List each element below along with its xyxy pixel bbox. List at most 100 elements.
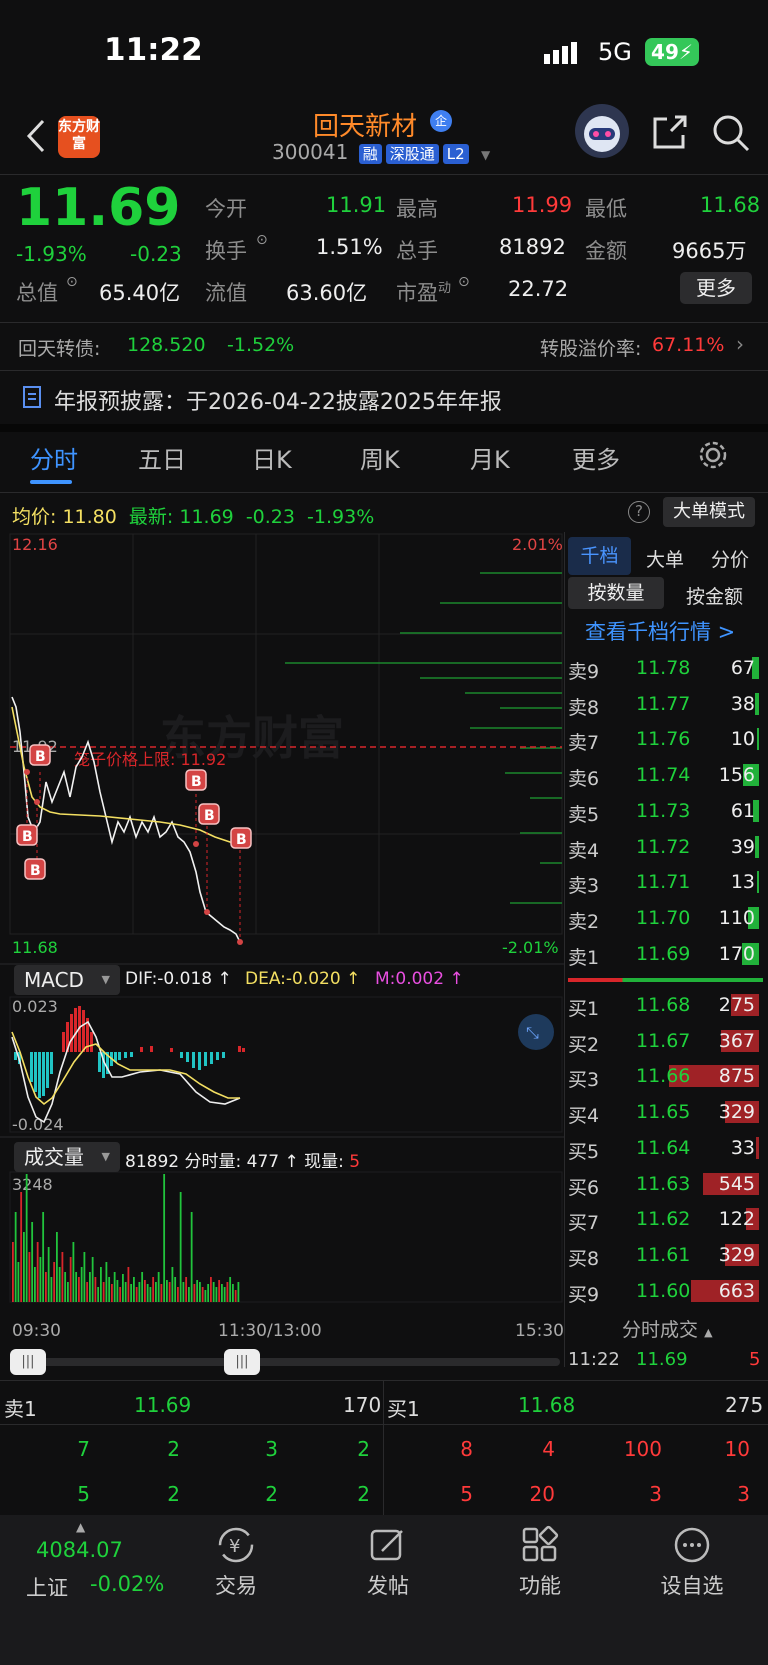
more-button[interactable]: 更多 — [680, 272, 752, 304]
ask-level-row[interactable]: 卖5 11.73 61 — [568, 794, 763, 829]
svg-text:B: B — [204, 808, 215, 824]
time-end: 15:30 — [515, 1321, 564, 1341]
info-dots-icon[interactable]: ⊙ — [458, 274, 470, 290]
search-icon — [713, 115, 750, 152]
enterprise-badge: 企 — [430, 110, 452, 132]
volume-selector[interactable]: 成交量 ▼ — [14, 1142, 120, 1172]
latest-pct: -1.93% — [307, 506, 375, 528]
tab-price-dist[interactable]: 分价 — [711, 545, 749, 572]
now-value: 5 — [349, 1152, 361, 1172]
tab-big-order[interactable]: 大单 — [646, 545, 684, 572]
more-dots-icon — [674, 1527, 710, 1563]
bid-level-row[interactable]: 买5 11.64 33 — [568, 1131, 763, 1166]
volume-bar — [105, 1262, 108, 1302]
time-mid: 11:30/13:00 — [218, 1321, 322, 1341]
help-icon[interactable]: ? — [628, 501, 650, 523]
grid-icon — [522, 1525, 559, 1562]
tab-five-day[interactable]: 五日 — [138, 440, 186, 475]
volume-bar — [163, 1174, 166, 1302]
info-dots-icon[interactable]: ⊙ — [256, 232, 268, 248]
nav-post[interactable]: 发帖 — [318, 1525, 458, 1600]
by-quantity-toggle[interactable]: 按数量 — [568, 577, 664, 609]
bid-level-row[interactable]: 买7 11.62 122 — [568, 1202, 763, 1237]
ask-level-row[interactable]: 卖2 11.70 110 — [568, 901, 763, 936]
bid-level-row[interactable]: 买2 11.67 367 — [568, 1024, 763, 1059]
ask-level-row[interactable]: 卖6 11.74 156 — [568, 758, 763, 793]
status-time: 11:22 — [104, 32, 203, 68]
bid-queue-order: 8 — [460, 1437, 473, 1461]
time-range-slider[interactable] — [14, 1358, 560, 1366]
stock-code-row[interactable]: 300041 融深股通 L2 ▼ — [272, 140, 490, 164]
nav-add-watchlist[interactable]: 设自选 — [622, 1525, 762, 1600]
settings-button[interactable] — [698, 440, 728, 474]
ask-level-row[interactable]: 卖8 11.77 38 — [568, 687, 763, 722]
tab-more[interactable]: 更多 — [572, 440, 620, 475]
tab-monthly-k[interactable]: 月K — [470, 440, 510, 475]
ask-queue-order: 7 — [77, 1437, 90, 1461]
search-button[interactable] — [710, 112, 752, 154]
volume-bar — [166, 1280, 168, 1302]
robot-avatar-icon[interactable] — [575, 104, 629, 158]
level-price: 11.69 — [636, 942, 691, 965]
caret-down-icon: ▼ — [101, 1150, 110, 1163]
tab-depth[interactable]: 千档 — [568, 537, 631, 575]
index-value[interactable]: 4084.07 — [36, 1538, 123, 1562]
volume-bar — [17, 1262, 20, 1302]
ask-queue-order: 2 — [357, 1437, 370, 1461]
notice-text[interactable]: 年报预披露：于2026-04-22披露2025年年报 — [54, 384, 502, 416]
depth-bar — [757, 728, 759, 751]
slider-handle-right[interactable]: ||| — [224, 1349, 260, 1375]
bid-queue-order: 10 — [724, 1437, 750, 1461]
volume-bar — [168, 1282, 171, 1302]
macd-m: M:0.002 ↑ — [375, 969, 464, 989]
macd-selector[interactable]: MACD ▼ — [14, 965, 120, 995]
volume-bar — [100, 1267, 102, 1302]
bid-level-row[interactable]: 买9 11.60 663 — [568, 1274, 763, 1309]
level-label: 买6 — [568, 1176, 600, 1199]
ask-level-row[interactable]: 卖4 11.72 39 — [568, 830, 763, 865]
nav-trade[interactable]: ¥ 交易 — [166, 1525, 306, 1600]
ask-level-row[interactable]: 卖1 11.69 170 — [568, 937, 763, 972]
app-logo[interactable]: 东方财富 — [58, 116, 100, 158]
volume-bar — [221, 1284, 223, 1302]
bid-level-row[interactable]: 买3 11.66 875 — [568, 1059, 763, 1094]
bid-level-row[interactable]: 买1 11.68 275 — [568, 988, 763, 1023]
level-price: 11.72 — [636, 835, 691, 858]
ask-level-row[interactable]: 卖3 11.71 13 — [568, 865, 763, 900]
level-volume: 110 — [718, 906, 755, 929]
tab-daily-k[interactable]: 日K — [252, 440, 292, 475]
slider-handle-left[interactable]: ||| — [10, 1349, 46, 1375]
nav-functions[interactable]: 功能 — [470, 1525, 610, 1600]
index-name[interactable]: 上证 — [26, 1572, 68, 1602]
bid-level-row[interactable]: 买6 11.63 545 — [568, 1167, 763, 1202]
view-depth-link[interactable]: 查看千档行情 > — [585, 616, 735, 646]
volume-bar — [155, 1282, 157, 1302]
volume-bar — [47, 1247, 50, 1302]
level-volume: 33 — [730, 1136, 755, 1159]
volume-bar — [75, 1272, 78, 1302]
bond-label[interactable]: 回天转债: — [18, 334, 100, 361]
volume-bar — [204, 1290, 207, 1302]
share-button[interactable] — [650, 112, 690, 152]
tick-trades-header[interactable]: 分时成交 ▲ — [622, 1315, 713, 1342]
axis-bottom-price: 11.68 — [12, 938, 58, 957]
back-button[interactable] — [18, 116, 54, 156]
level-volume: 170 — [718, 942, 755, 965]
intraday-chart[interactable]: 东方财富 笼子价格上限: 11.92 12.16 2.01% 11.92 11.… — [0, 532, 565, 1322]
by-amount-toggle[interactable]: 按金额 — [686, 582, 743, 609]
volume-bar — [177, 1287, 179, 1302]
chevron-right-icon[interactable]: › — [736, 332, 744, 356]
bid-level-row[interactable]: 买8 11.61 329 — [568, 1238, 763, 1273]
tick-price: 11.69 — [636, 1349, 688, 1370]
info-dots-icon[interactable]: ⊙ — [66, 274, 78, 290]
volume-bar — [127, 1267, 130, 1302]
svg-text:B: B — [35, 749, 46, 765]
ask-level-row[interactable]: 卖7 11.76 10 — [568, 722, 763, 757]
bid-level-row[interactable]: 买4 11.65 329 — [568, 1095, 763, 1130]
ask-level-row[interactable]: 卖9 11.78 67 — [568, 651, 763, 686]
tab-weekly-k[interactable]: 周K — [360, 440, 400, 475]
queue-ask-price: 11.69 — [134, 1393, 192, 1417]
tab-intraday[interactable]: 分时 — [30, 440, 78, 475]
big-order-mode-button[interactable]: 大单模式 — [663, 497, 755, 527]
volume-bar — [152, 1277, 155, 1302]
